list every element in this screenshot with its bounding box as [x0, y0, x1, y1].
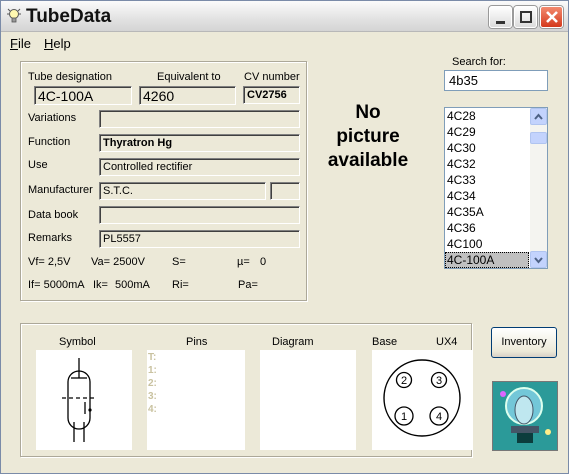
lightbulb-icon — [7, 8, 21, 24]
window-title: TubeData — [26, 6, 112, 27]
pins-label: Pins — [186, 336, 208, 348]
tube-designation-field[interactable]: 4C-100A — [34, 86, 132, 105]
tube-list-item[interactable]: 4C36 — [445, 220, 529, 236]
search-label: Search for: — [452, 56, 506, 68]
tube-list-item[interactable]: 4C29 — [445, 124, 529, 140]
app-window: TubeData File Help Tube designation Equi… — [0, 0, 569, 474]
diagram-panel — [260, 350, 356, 450]
tube-designation-label: Tube designation — [28, 71, 112, 83]
tube-list-item[interactable]: 4C30 — [445, 140, 529, 156]
data-book-label: Data book — [28, 209, 79, 221]
data-book-field[interactable] — [99, 206, 300, 224]
no-picture-line-2: picture — [336, 126, 400, 147]
scroll-down-button[interactable] — [530, 251, 547, 268]
mu-label: µ= — [237, 256, 250, 268]
pa-value: Pa= — [238, 279, 258, 291]
maximize-button[interactable] — [514, 6, 537, 28]
scroll-down-icon — [534, 257, 543, 264]
tube-list-item[interactable]: 4C100 — [445, 236, 529, 252]
variations-field[interactable] — [99, 110, 300, 128]
maximize-icon — [520, 11, 532, 23]
equivalent-to-field[interactable]: 4260 — [139, 86, 236, 105]
tube-logo-icon — [492, 381, 558, 451]
function-field[interactable]: Thyratron Hg — [99, 134, 300, 152]
base-pin-3: 3 — [430, 371, 448, 389]
title-bar[interactable]: TubeData — [1, 1, 568, 32]
menu-help-label: elp — [53, 36, 71, 51]
va-value: Va= 2500V — [91, 256, 145, 268]
base-pin-2: 2 — [395, 371, 413, 389]
s-value: S= — [172, 256, 186, 268]
tube-symbol-icon — [62, 358, 96, 442]
tube-list-item[interactable]: 4C-100A — [445, 252, 529, 268]
scroll-thumb[interactable] — [530, 132, 547, 144]
menu-file[interactable]: File — [10, 36, 31, 51]
vf-value: Vf= 2,5V — [28, 256, 71, 268]
use-field[interactable]: Controlled rectifier — [99, 158, 300, 176]
menu-file-label: ile — [17, 36, 31, 51]
svg-text:1: 1 — [401, 411, 407, 423]
symbol-label: Symbol — [59, 336, 96, 348]
scroll-up-icon — [534, 113, 543, 120]
pin-line-1: 1: — [148, 365, 157, 376]
minimize-button[interactable] — [489, 6, 512, 28]
remarks-field[interactable]: PL5557 — [99, 230, 300, 248]
inventory-button[interactable]: Inventory — [491, 327, 557, 358]
base-pin-4: 4 — [429, 406, 449, 426]
svg-text:2: 2 — [401, 375, 407, 387]
base-pin-1: 1 — [394, 406, 414, 426]
cv-number-field[interactable]: CV2756 — [243, 86, 300, 104]
function-label: Function — [28, 136, 71, 148]
tube-list-item[interactable]: 4C34 — [445, 188, 529, 204]
base-type-label: UX4 — [436, 336, 458, 348]
variations-label: Variations — [28, 112, 77, 124]
tube-list-item[interactable]: 4C33 — [445, 172, 529, 188]
base-label: Base — [372, 336, 398, 348]
scroll-up-button[interactable] — [530, 108, 547, 125]
menu-help[interactable]: Help — [44, 36, 71, 51]
pin-line-3: 3: — [148, 391, 157, 402]
no-picture-text: No picture available — [309, 101, 427, 173]
symbol-panel — [36, 350, 132, 450]
menu-bar: File Help — [1, 33, 568, 53]
close-button[interactable] — [540, 6, 563, 28]
menu-help-mnemonic: H — [44, 36, 54, 51]
cv-number-label: CV number — [244, 71, 300, 83]
base-diagram: 2 3 1 4 — [383, 359, 461, 437]
no-picture-line-1: No — [355, 102, 381, 123]
search-input[interactable]: 4b35 — [444, 70, 548, 91]
if-value: If= 5000mA — [28, 279, 85, 291]
tube-list-item[interactable]: 4C28 — [445, 108, 529, 124]
ik-label: Ik= — [93, 279, 108, 291]
base-panel: 2 3 1 4 — [372, 350, 472, 450]
manufacturer-label: Manufacturer — [28, 184, 93, 196]
ik-value: 500mA — [115, 279, 150, 291]
pin-line-t: T: — [148, 352, 157, 363]
manufacturer-extra-field[interactable] — [270, 182, 300, 200]
tube-list-item[interactable]: 4C35A — [445, 204, 529, 220]
pins-list: T: 1: 2: 3: 4: — [148, 351, 157, 416]
use-label: Use — [28, 159, 48, 171]
manufacturer-field[interactable]: S.T.C. — [99, 182, 266, 200]
equivalent-to-label: Equivalent to — [157, 71, 221, 83]
ri-value: Ri= — [172, 279, 189, 291]
list-scrollbar[interactable] — [530, 108, 547, 268]
menu-file-mnemonic: F — [10, 36, 18, 51]
svg-text:3: 3 — [436, 375, 442, 387]
svg-text:4: 4 — [436, 411, 442, 423]
pins-panel — [147, 350, 245, 450]
remarks-label: Remarks — [28, 232, 73, 244]
tube-list-item[interactable]: 4C32 — [445, 156, 529, 172]
pin-line-4: 4: — [148, 404, 157, 415]
minimize-icon — [496, 21, 505, 24]
no-picture-line-3: available — [327, 150, 409, 171]
close-icon — [546, 11, 558, 23]
diagram-label: Diagram — [272, 336, 314, 348]
pin-line-2: 2: — [148, 378, 157, 389]
mu-value: 0 — [260, 256, 267, 268]
tube-listbox[interactable]: 4C28 4C29 4C30 4C32 4C33 4C34 4C35A 4C36 4C100 4C… — [444, 107, 548, 269]
